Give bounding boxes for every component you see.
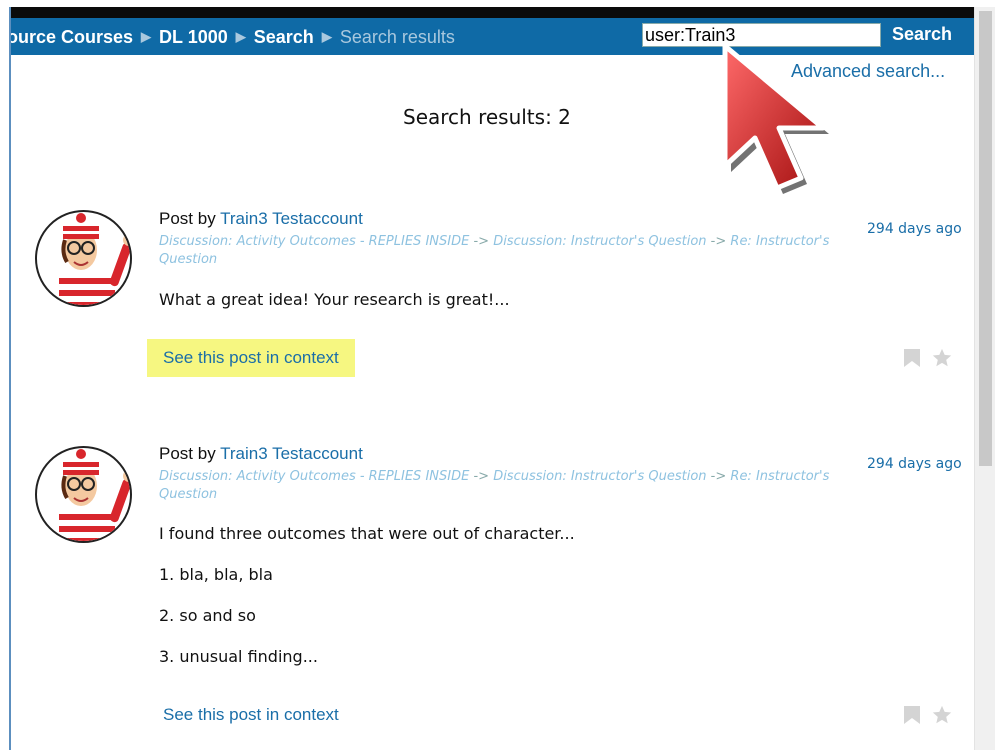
post-meta: Post by Train3 Testaccount Discussion: A…: [159, 444, 859, 504]
search-button[interactable]: Search: [892, 24, 952, 45]
author-link[interactable]: Train3 Testaccount: [220, 209, 363, 228]
vertical-scrollbar[interactable]: [974, 7, 995, 750]
mouse-pointer-icon: [722, 43, 829, 194]
trail-item-discussion[interactable]: Discussion: Activity Outcomes - REPLIES …: [159, 469, 469, 484]
trail-item-question[interactable]: Discussion: Instructor's Question: [493, 469, 706, 484]
breadcrumb-item-courses[interactable]: ource Courses: [11, 27, 133, 47]
trail-separator: ->: [473, 234, 490, 249]
breadcrumb-item-search[interactable]: Search: [254, 27, 314, 47]
post-breadcrumb-trail: Discussion: Activity Outcomes - REPLIES …: [159, 468, 859, 504]
avatar[interactable]: [35, 210, 132, 307]
byline-prefix: Post by: [159, 444, 221, 463]
waldo-avatar-image: [59, 449, 130, 541]
breadcrumb-separator-icon: ▶: [235, 29, 246, 44]
bookmark-icon[interactable]: [903, 348, 921, 368]
see-in-context-link[interactable]: See this post in context: [147, 339, 355, 377]
scrollbar-thumb[interactable]: [979, 11, 992, 466]
trail-separator: ->: [473, 469, 490, 484]
trail-item-question[interactable]: Discussion: Instructor's Question: [493, 234, 706, 249]
post-age: 294 days ago: [867, 456, 962, 472]
byline-prefix: Post by: [159, 209, 221, 228]
post-body-line: 1. bla, bla, bla: [159, 565, 273, 584]
avatar[interactable]: [35, 446, 132, 543]
post-meta: Post by Train3 Testaccount Discussion: A…: [159, 209, 859, 269]
top-strip: [11, 7, 974, 18]
breadcrumb-separator-icon: ▶: [141, 29, 152, 44]
page-title: Search results: 2: [403, 105, 571, 129]
post-actions: [903, 704, 953, 726]
post-body-line: What a great idea! Your research is grea…: [159, 290, 510, 309]
post-actions: [903, 347, 953, 369]
post-body-line: 2. so and so: [159, 606, 256, 625]
bookmark-icon[interactable]: [903, 705, 921, 725]
breadcrumb-separator-icon: ▶: [321, 29, 332, 44]
breadcrumb-item-current: Search results: [339, 27, 455, 47]
trail-separator: ->: [710, 469, 727, 484]
post-breadcrumb-trail: Discussion: Activity Outcomes - REPLIES …: [159, 233, 859, 269]
see-in-context-link[interactable]: See this post in context: [147, 696, 355, 734]
star-icon[interactable]: [931, 347, 953, 369]
breadcrumb-item-dl1000[interactable]: DL 1000: [159, 27, 228, 47]
author-link[interactable]: Train3 Testaccount: [220, 444, 363, 463]
star-icon[interactable]: [931, 704, 953, 726]
waldo-avatar-image: [59, 213, 130, 305]
post-age: 294 days ago: [867, 221, 962, 237]
post-body-line: I found three outcomes that were out of …: [159, 524, 575, 543]
trail-separator: ->: [710, 234, 727, 249]
breadcrumb: ource Courses ▶ DL 1000 ▶ Search ▶ Search resu…: [11, 27, 455, 48]
post-byline: Post by Train3 Testaccount: [159, 209, 859, 229]
post-byline: Post by Train3 Testaccount: [159, 444, 859, 464]
post-body-line: 3. unusual finding...: [159, 647, 318, 666]
trail-item-discussion[interactable]: Discussion: Activity Outcomes - REPLIES …: [159, 234, 469, 249]
